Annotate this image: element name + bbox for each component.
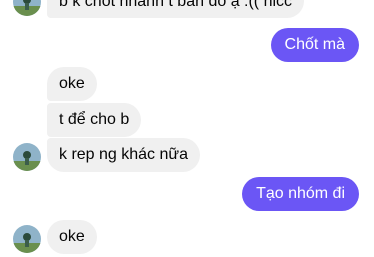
incoming-message[interactable]: k rep ng khác nữa [47, 138, 201, 172]
incoming-message[interactable]: t để cho b [47, 103, 142, 137]
avatar-photo-icon [13, 225, 41, 253]
incoming-message[interactable]: b k chốt nhanh t bán đó ạ :(( hicc [47, 0, 305, 18]
chat-thread: b k chốt nhanh t bán đó ạ :(( hicc Chốt … [0, 0, 374, 257]
contact-avatar[interactable] [13, 0, 41, 16]
outgoing-message[interactable]: Tạo nhóm đi [242, 177, 359, 211]
contact-avatar[interactable] [13, 143, 41, 171]
avatar-photo-icon [13, 0, 41, 16]
incoming-message[interactable]: oke [47, 67, 97, 101]
outgoing-message[interactable]: Chốt mà [270, 28, 359, 62]
incoming-message[interactable]: oke [47, 220, 97, 254]
avatar-photo-icon [13, 143, 41, 171]
contact-avatar[interactable] [13, 225, 41, 253]
